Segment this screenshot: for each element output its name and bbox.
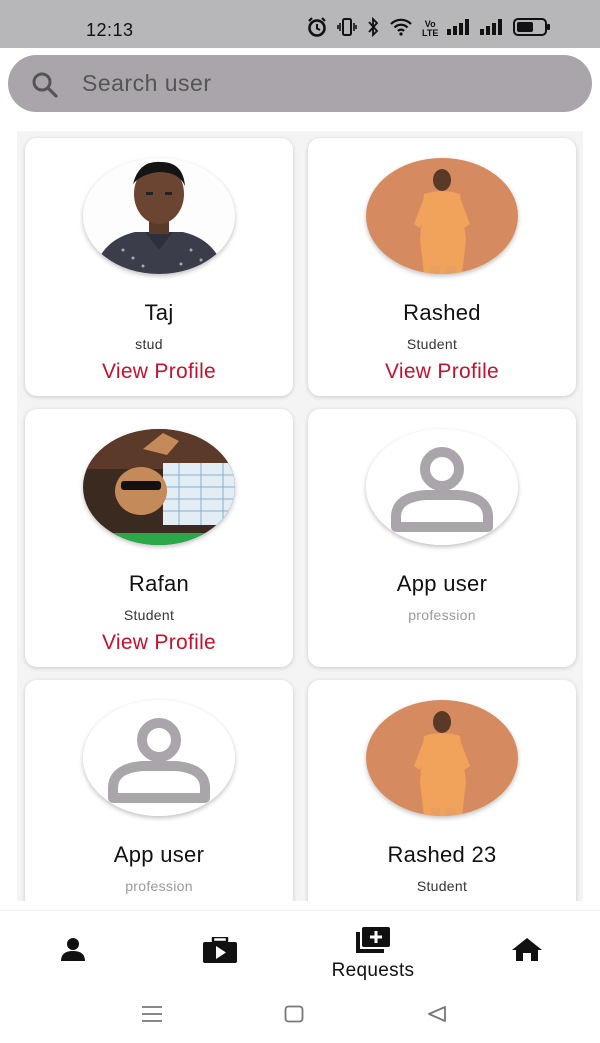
user-name: Rafan	[128, 571, 190, 596]
user-avatar	[366, 700, 518, 816]
search-input[interactable]	[82, 55, 572, 112]
view-profile-link[interactable]: View Profile	[25, 631, 293, 655]
volte-icon: Vo LTE	[422, 19, 439, 38]
user-avatar	[83, 158, 235, 274]
bluetooth-icon	[366, 16, 380, 42]
nav-requests[interactable]: Requests	[318, 911, 428, 986]
search-icon	[30, 70, 60, 100]
signal-icon	[447, 18, 471, 40]
user-card[interactable]: App user profession	[25, 680, 293, 901]
user-profession: stud	[135, 336, 163, 352]
user-avatar	[83, 429, 235, 545]
user-name: App user	[113, 842, 205, 867]
nav-home[interactable]	[500, 911, 554, 986]
user-card[interactable]: Taj stud View Profile	[25, 138, 293, 396]
view-profile-link[interactable]: View Profile	[308, 360, 576, 384]
menu-icon[interactable]	[141, 1005, 163, 1028]
user-profession: Student	[123, 607, 175, 623]
bottom-nav: Requests	[0, 910, 600, 985]
user-profession: Student	[416, 878, 468, 894]
nav-requests-label: Requests	[331, 960, 415, 981]
user-grid: Taj stud View Profile Rashed Student Vie…	[17, 131, 583, 901]
user-card[interactable]: App user profession	[308, 409, 576, 667]
search-bar[interactable]	[8, 55, 592, 112]
alarm-icon	[306, 16, 328, 43]
user-profession: profession	[408, 607, 476, 623]
wifi-icon	[389, 17, 413, 42]
default-person-icon	[366, 429, 518, 545]
user-profession: profession	[125, 878, 193, 894]
view-profile-link[interactable]: View Profile	[25, 360, 293, 384]
default-person-icon	[83, 700, 235, 816]
user-name: Rashed	[403, 300, 481, 325]
home-icon	[511, 937, 543, 966]
battery-icon	[513, 17, 551, 41]
user-card[interactable]: Rashed 23 Student	[308, 680, 576, 901]
video-library-icon	[203, 935, 237, 968]
user-card[interactable]: Rashed Student View Profile	[308, 138, 576, 396]
vibrate-icon	[337, 17, 357, 42]
user-card[interactable]: Rafan Student View Profile	[25, 409, 293, 667]
status-icons: Vo LTE	[306, 16, 551, 43]
add-to-queue-icon	[356, 927, 390, 958]
status-bar: 12:13 Vo LTE	[0, 0, 600, 48]
user-name: App user	[396, 571, 488, 596]
user-profession: Student	[406, 336, 458, 352]
system-nav-bar	[0, 985, 600, 1043]
user-avatar	[366, 158, 518, 274]
back-triangle-icon[interactable]	[427, 1005, 447, 1028]
nav-profile[interactable]	[46, 911, 100, 986]
home-square-icon[interactable]	[284, 1005, 304, 1028]
user-name: Taj	[144, 300, 174, 325]
status-time: 12:13	[86, 20, 134, 40]
user-name: Rashed 23	[387, 842, 497, 867]
person-icon	[59, 937, 87, 966]
nav-videos[interactable]	[193, 911, 247, 986]
signal-icon	[480, 18, 504, 40]
